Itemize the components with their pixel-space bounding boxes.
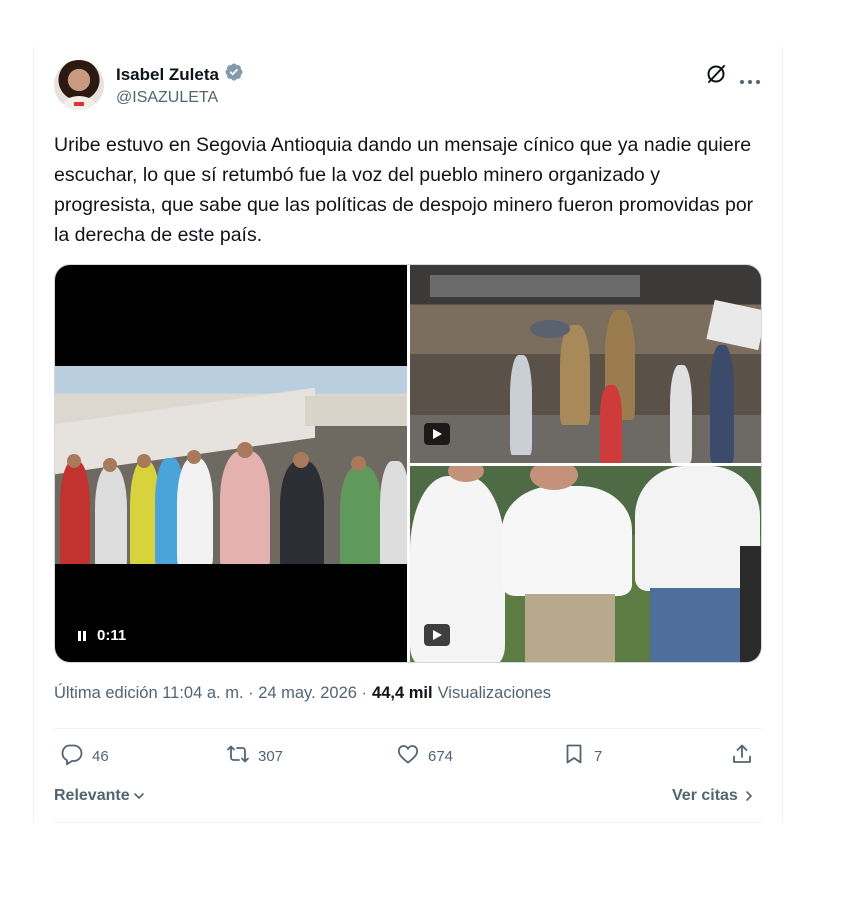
- views-label: Visualizaciones: [437, 684, 552, 702]
- bookmark-button[interactable]: 7: [562, 742, 602, 770]
- author-handle[interactable]: @ISAZULETA: [116, 89, 218, 107]
- divider: [54, 822, 762, 823]
- bookmark-count: 7: [594, 747, 603, 765]
- sort-label: Relevante: [54, 787, 130, 804]
- video-thumbnail-plaza[interactable]: [410, 265, 761, 463]
- divider: [54, 728, 762, 729]
- retweet-count: 307: [258, 747, 284, 765]
- chevron-right-icon: [742, 789, 756, 803]
- author-name[interactable]: Isabel Zuleta: [116, 65, 219, 85]
- media-grid: 0:11: [54, 264, 762, 663]
- avatar[interactable]: [54, 60, 104, 110]
- reply-count: 46: [92, 747, 109, 765]
- views-count: 44,4 mil: [372, 684, 433, 702]
- reply-button[interactable]: 46: [60, 742, 109, 770]
- view-quotes-label: Ver citas: [672, 787, 738, 804]
- like-icon: [396, 742, 420, 770]
- reply-icon: [60, 742, 84, 770]
- play-icon[interactable]: [424, 624, 450, 646]
- verified-badge-icon: [224, 62, 244, 87]
- play-icon[interactable]: [424, 423, 450, 445]
- like-button[interactable]: 674: [396, 742, 453, 770]
- video-player-main[interactable]: 0:11: [55, 265, 407, 662]
- more-icon[interactable]: [739, 72, 761, 84]
- author-name-row[interactable]: Isabel Zuleta: [116, 62, 244, 87]
- share-icon: [730, 742, 754, 770]
- like-count: 674: [428, 747, 454, 765]
- video-time: 0:11: [97, 627, 127, 644]
- video-controls[interactable]: 0:11: [77, 627, 126, 644]
- pause-icon[interactable]: [77, 630, 87, 641]
- sort-replies-dropdown[interactable]: Relevante: [54, 787, 146, 805]
- action-bar: 46 307 674 7: [54, 742, 762, 776]
- tweet-text: Uribe estuvo en Segovia Antioquia dando …: [54, 134, 754, 246]
- share-button[interactable]: [730, 742, 754, 770]
- retweet-button[interactable]: 307: [226, 742, 283, 770]
- view-quotes-link[interactable]: Ver citas: [672, 787, 756, 805]
- bookmark-icon: [562, 742, 586, 770]
- video-frame-crowd: [55, 366, 407, 564]
- tweet-meta: Última edición 11:04 a. m. · 24 may. 202…: [54, 684, 551, 703]
- edited-timestamp[interactable]: Última edición 11:04 a. m. · 24 may. 202…: [54, 684, 367, 703]
- chevron-down-icon: [132, 789, 146, 803]
- video-thumbnail-men[interactable]: [410, 466, 761, 662]
- grok-icon[interactable]: [704, 62, 728, 86]
- retweet-icon: [226, 742, 250, 770]
